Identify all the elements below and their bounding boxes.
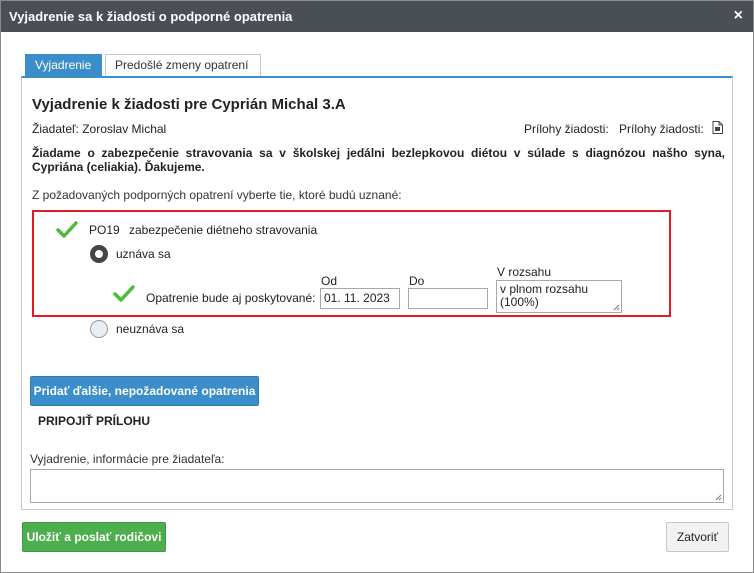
save-send-button[interactable]: Uložiť a poslať rodičovi	[22, 522, 166, 552]
measure-name: zabezpečenie diétneho stravovania	[129, 223, 318, 237]
to-label: Do	[409, 274, 425, 288]
reject-radio[interactable]	[90, 320, 108, 338]
tab-statement[interactable]: Vyjadrenie	[25, 54, 102, 77]
dialog-window: Vyjadrenie sa k žiadosti o podporné opat…	[0, 0, 754, 573]
dialog-title: Vyjadrenie sa k žiadosti o podporné opat…	[9, 9, 293, 24]
resize-handle-icon[interactable]	[613, 304, 620, 311]
provided-label: Opatrenie bude aj poskytované:	[146, 291, 316, 305]
check-icon	[56, 221, 78, 238]
scope-textarea[interactable]: v plnom rozsahu (100%)	[496, 280, 622, 313]
close-button[interactable]: Zatvoriť	[666, 522, 729, 552]
attachments-label: Prílohy žiadosti:	[524, 122, 609, 136]
dialog-titlebar: Vyjadrenie sa k žiadosti o podporné opat…	[1, 1, 753, 32]
info-label: Vyjadrenie, informácie pre žiadateľa:	[30, 452, 225, 466]
add-measures-button[interactable]: Pridať ďalšie, nepožadované opatrenia	[30, 376, 259, 406]
from-date-input[interactable]: 01. 11. 2023	[320, 288, 400, 309]
accept-radio[interactable]	[90, 245, 108, 263]
applicant-name: Žiadateľ: Zoroslav Michal	[32, 122, 167, 136]
reject-label: neuznáva sa	[116, 322, 185, 336]
accept-label: uznáva sa	[116, 247, 171, 261]
document-icon[interactable]	[712, 121, 723, 134]
from-label: Od	[321, 274, 338, 288]
instruction-text: Z požadovaných podporných opatrení vyber…	[32, 188, 402, 202]
measure-code: PO19	[89, 223, 120, 237]
tab-previous-changes[interactable]: Predošlé zmeny opatrení	[105, 54, 261, 77]
attachments-label-2: Prílohy žiadosti:	[619, 122, 704, 136]
info-textarea[interactable]	[30, 469, 724, 503]
request-text: Žiadame o zabezpečenie stravovania sa v …	[32, 146, 725, 174]
attach-file-link[interactable]: PRIPOJIŤ PRÍLOHU	[38, 414, 150, 428]
page-title: Vyjadrenie k žiadosti pre Cyprián Michal…	[32, 96, 346, 113]
to-date-input[interactable]	[408, 288, 488, 309]
check-icon	[113, 285, 135, 302]
resize-handle-icon[interactable]	[715, 494, 722, 501]
close-icon[interactable]: ×	[734, 7, 743, 25]
scope-label: V rozsahu	[497, 265, 552, 279]
scope-value: v plnom rozsahu (100%)	[500, 282, 589, 309]
